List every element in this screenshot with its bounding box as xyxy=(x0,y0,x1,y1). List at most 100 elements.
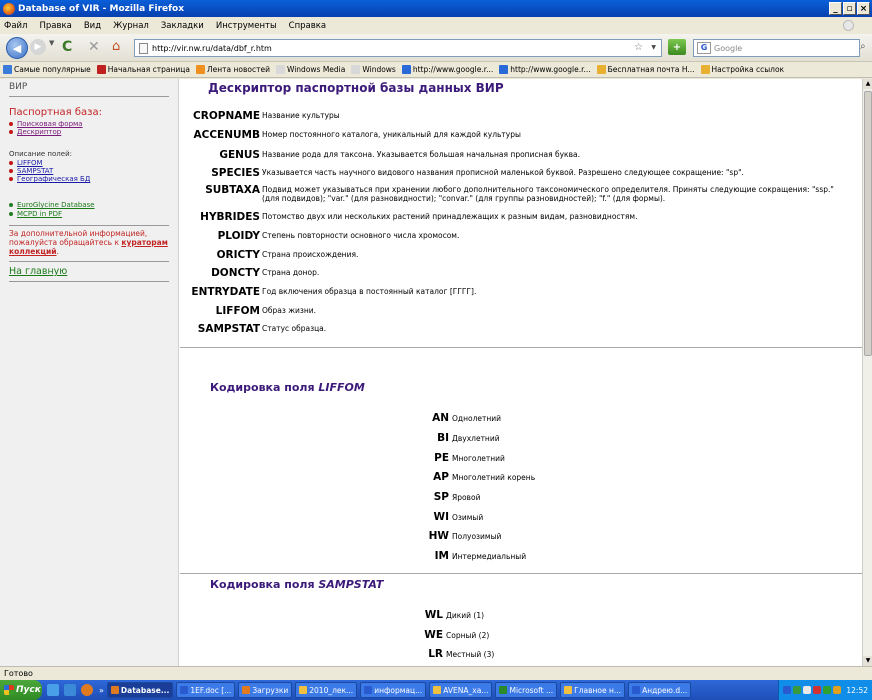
taskbar-item[interactable]: 1EF.doc [... xyxy=(176,682,236,698)
menu-view[interactable]: Вид xyxy=(84,21,101,31)
contact-info: За дополнительной информацией, пожалуйст… xyxy=(9,229,168,256)
divider xyxy=(9,261,169,262)
taskbar-item[interactable]: Андрею.d... xyxy=(628,682,692,698)
navigation-toolbar: ◀ ▶ ▼ C ✕ ⌂ http://vir.nw.ru/data/dbf_r.… xyxy=(0,34,872,62)
bookmark-item[interactable]: Начальная страница xyxy=(96,65,190,74)
close-button[interactable]: × xyxy=(857,2,870,15)
bookmark-item[interactable]: Windows xyxy=(351,65,396,74)
menu-edit[interactable]: Правка xyxy=(39,21,71,31)
tray-icon[interactable] xyxy=(813,686,822,694)
code-row: BI Двухлетний xyxy=(437,432,500,444)
taskbar-item[interactable]: информац... xyxy=(360,682,427,698)
bookmark-item[interactable]: Windows Media xyxy=(275,65,345,74)
sidebar-link-descriptor[interactable]: Дескриптор xyxy=(9,128,61,136)
bookmark-page-icon xyxy=(275,65,285,74)
add-bookmark-icon[interactable]: + xyxy=(668,39,686,55)
bookmark-star-icon[interactable]: ☆ xyxy=(634,42,643,53)
taskbar-item[interactable]: Database... xyxy=(106,682,174,698)
sidebar-link-search-form[interactable]: Поисковая форма xyxy=(9,120,83,128)
sidebar-link-sampstat[interactable]: SAMPSTAT xyxy=(9,167,53,175)
page-title: Дескриптор паспортной базы данных ВИР xyxy=(208,81,504,95)
vertical-scrollbar[interactable]: ▲ ▼ xyxy=(862,79,872,666)
home-icon[interactable]: ⌂ xyxy=(112,39,120,54)
taskbar-item[interactable]: AVENA_xa... xyxy=(429,682,493,698)
fields-label: Описание полей: xyxy=(9,150,72,158)
search-icon[interactable]: ⌕ xyxy=(860,41,866,52)
sidebar-brand: ВИР xyxy=(9,82,28,92)
firefox-icon xyxy=(3,2,15,15)
taskbar-item[interactable]: Microsoft ... xyxy=(495,682,558,698)
descriptor-row: GENUS Название рода для таксона. Указывае… xyxy=(219,149,580,161)
stop-icon[interactable]: ✕ xyxy=(88,39,100,55)
show-desktop-icon[interactable] xyxy=(47,684,59,696)
bookmark-item[interactable]: http://www.google.r... xyxy=(499,65,591,74)
menu-bookmarks[interactable]: Закладки xyxy=(161,21,204,31)
firefox-quicklaunch-icon[interactable] xyxy=(81,684,93,696)
app-icon xyxy=(110,686,119,694)
taskbar-item[interactable]: 2010_лек... xyxy=(295,682,358,698)
quicklaunch-more-icon[interactable]: » xyxy=(99,686,104,695)
minimize-button[interactable]: _ xyxy=(829,2,842,15)
history-dropdown-icon[interactable]: ▼ xyxy=(49,39,54,47)
taskbar-item[interactable]: Загрузки xyxy=(238,682,293,698)
search-input[interactable]: G Google xyxy=(693,39,860,57)
app-icon xyxy=(242,686,251,694)
bookmark-item[interactable]: http://www.google.r... xyxy=(401,65,493,74)
bullet-icon xyxy=(9,212,13,216)
url-dropdown-icon[interactable]: ▼ xyxy=(651,44,656,51)
throbber-icon xyxy=(843,20,854,31)
tray-icon[interactable] xyxy=(803,686,812,694)
menu-history[interactable]: Журнал xyxy=(113,21,149,31)
rss-icon xyxy=(195,65,205,74)
tray-icon[interactable] xyxy=(783,686,792,694)
bookmark-item[interactable]: Настройка ссылок xyxy=(700,65,784,74)
descriptor-row: LIFFOM Образ жизни. xyxy=(215,305,317,317)
menu-tools[interactable]: Инструменты xyxy=(216,21,277,31)
descriptor-row: ORICTY Страна происхождения. xyxy=(216,249,359,261)
bookmark-item[interactable]: Самые популярные xyxy=(3,65,91,74)
windows-taskbar: Пуск » Database... 1EF.doc [... Загрузки… xyxy=(0,680,872,700)
reload-icon[interactable]: C xyxy=(62,39,72,55)
home-link[interactable]: На главную xyxy=(9,266,67,277)
bookmark-item[interactable]: Лента новостей xyxy=(195,65,270,74)
bookmark-item[interactable]: Бесплатная почта H... xyxy=(596,65,695,74)
start-button[interactable]: Пуск xyxy=(0,680,42,700)
menu-file[interactable]: Файл xyxy=(4,21,27,31)
ie-icon[interactable] xyxy=(64,684,76,696)
scroll-down-icon[interactable]: ▼ xyxy=(863,656,872,666)
window-title: Database of VIR - Mozilla Firefox xyxy=(18,3,185,14)
maximize-button[interactable]: ▫ xyxy=(843,2,856,15)
app-icon xyxy=(632,686,641,694)
sidebar-link-liffom[interactable]: LIFFOM xyxy=(9,159,43,167)
sidebar-link-mcpd-pdf[interactable]: MCPD in PDF xyxy=(9,210,62,218)
page-content: ВИР Паспортная база: Поисковая форма Дес… xyxy=(0,79,862,666)
bullet-icon xyxy=(9,130,13,134)
msn-icon xyxy=(596,65,606,74)
descriptor-row: SUBTAXA Подвид может указываться при хран… xyxy=(205,184,834,203)
google-search-engine-icon[interactable]: G xyxy=(697,42,711,54)
scroll-up-icon[interactable]: ▲ xyxy=(863,79,872,89)
tray-icon[interactable] xyxy=(823,686,832,694)
sidebar: ВИР Паспортная база: Поисковая форма Дес… xyxy=(0,79,179,666)
section-divider xyxy=(180,347,862,348)
menu-help[interactable]: Справка xyxy=(289,21,326,31)
passport-title: Паспортная база: xyxy=(9,107,102,118)
back-button[interactable]: ◀ xyxy=(6,37,28,59)
liffom-section-title: Кодировка поля LIFFOM xyxy=(210,381,365,394)
sidebar-link-geo-db[interactable]: Географическая БД xyxy=(9,175,90,183)
code-row: WL Дикий (1) xyxy=(424,609,485,621)
url-bar[interactable]: http://vir.nw.ru/data/dbf_r.htm ☆ ▼ xyxy=(134,39,662,57)
divider xyxy=(9,96,169,97)
sidebar-link-euroglycine[interactable]: EuroGlycine Database xyxy=(9,201,95,209)
bookmark-page-icon xyxy=(96,65,106,74)
bullet-icon xyxy=(9,122,13,126)
taskbar-item[interactable]: Главное н... xyxy=(560,682,626,698)
tray-icon[interactable] xyxy=(793,686,802,694)
forward-button[interactable]: ▶ xyxy=(30,39,46,55)
scrollbar-thumb[interactable] xyxy=(864,91,872,356)
descriptor-row: SAMPSTAT Статус образца. xyxy=(197,323,327,335)
url-text: http://vir.nw.ru/data/dbf_r.htm xyxy=(152,43,272,53)
app-icon xyxy=(433,686,442,694)
bookmark-folder-icon xyxy=(3,65,12,74)
tray-icon[interactable] xyxy=(833,686,842,694)
